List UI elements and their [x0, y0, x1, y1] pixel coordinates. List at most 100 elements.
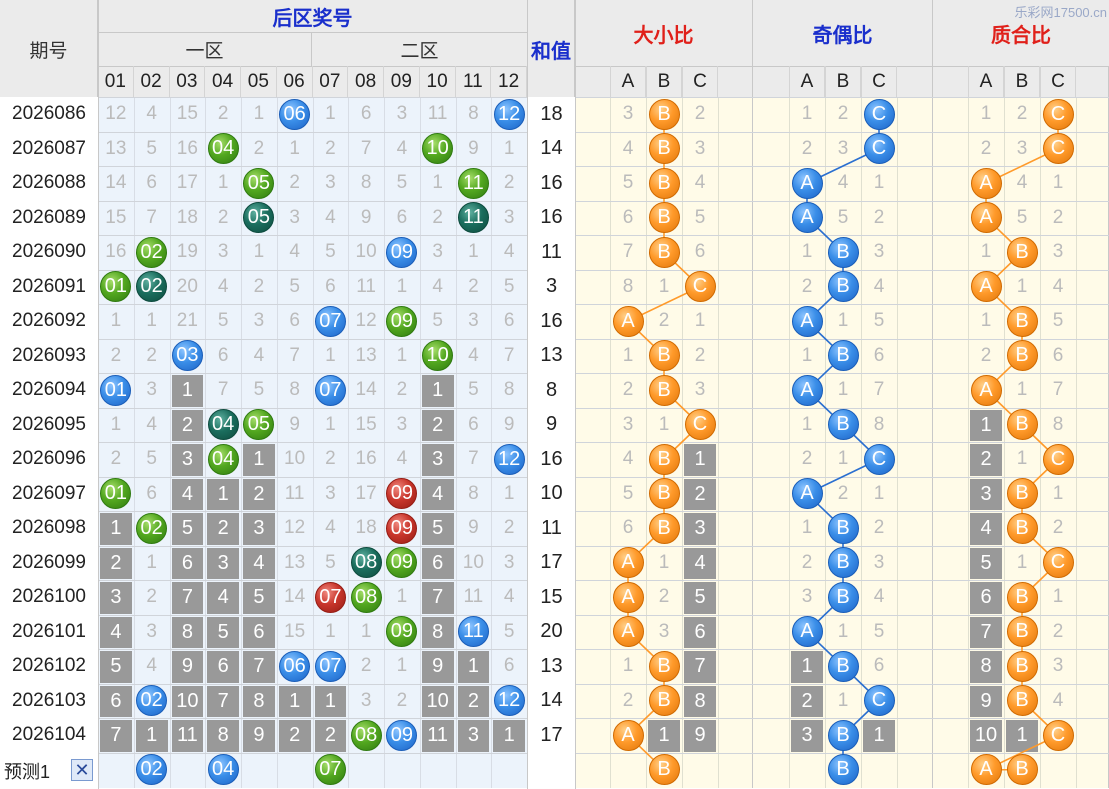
number-01-omission: 2 [100, 547, 132, 579]
oe-A-ball: A [791, 202, 823, 234]
sum-header: 和值 [527, 0, 575, 98]
number-03-omission: 3 [171, 444, 204, 476]
number-01-ball: 01 [100, 374, 132, 406]
size-C-omission: 2 [684, 478, 716, 510]
pr-C-ball: C [1042, 719, 1074, 751]
size-B-ball: B [648, 236, 680, 268]
pr-C-miss: 1 [1052, 172, 1064, 194]
size-C-miss: 3 [694, 379, 706, 401]
pr-C-miss: 3 [1052, 241, 1064, 263]
pr-B-ball: B [1006, 409, 1038, 441]
number-09-miss: 6 [396, 206, 408, 228]
period-cell: 2026090 [0, 235, 98, 270]
trend-chart: 期号 后区奖号 一区 二区 和值 大小比 奇偶比 质合比 乐彩网17500.cn… [0, 0, 1109, 789]
size-B-ball: B [648, 374, 680, 406]
size-C-ball: C [684, 409, 716, 441]
number-08-miss: 18 [355, 517, 377, 539]
number-02-miss: 4 [146, 655, 157, 677]
oe-C-miss: 8 [873, 413, 885, 435]
number-04-miss: 3 [217, 241, 229, 263]
number-07-miss: 2 [325, 448, 336, 470]
number-02-ball: 02 [136, 236, 168, 268]
number-12-miss: 3 [503, 206, 515, 228]
number-04-omission: 8 [207, 720, 239, 752]
number-03-omission: 11 [171, 720, 204, 752]
oe-A-miss: 1 [801, 344, 813, 366]
oe-A-miss: 3 [801, 586, 813, 608]
pr-B-miss: 1 [1016, 379, 1028, 401]
number-09-ball: 09 [386, 478, 418, 510]
number-05-miss: 2 [253, 275, 265, 297]
number-header-05: 05 [241, 66, 277, 98]
number-12-miss: 4 [503, 586, 515, 608]
number-12-ball: 12 [493, 443, 525, 475]
close-icon[interactable]: ✕ [71, 759, 93, 781]
number-09-ball: 09 [386, 719, 418, 751]
oe-B-ball: B [827, 581, 859, 613]
size-B-ball: B [648, 650, 680, 682]
number-02-miss: 6 [146, 172, 157, 194]
pr-A-omission: 1 [970, 409, 1002, 441]
pr-A-miss: 2 [980, 344, 992, 366]
number-01-miss: 1 [110, 413, 122, 435]
predict-pr-B-ball: B [1006, 754, 1038, 786]
number-05-omission: 2 [243, 478, 275, 510]
pr-C-miss: 3 [1052, 655, 1064, 677]
number-06-ball: 06 [279, 98, 311, 130]
oe-B-miss: 2 [837, 482, 849, 504]
size-B-ball: B [648, 202, 680, 234]
number-04-miss: 2 [217, 206, 229, 228]
oe-B-miss: 1 [837, 620, 849, 642]
size-C-omission: 8 [684, 685, 716, 717]
number-07-miss: 1 [325, 103, 336, 125]
sum-cell: 8 [528, 373, 575, 408]
number-04-ball: 04 [207, 133, 239, 165]
sum-cell: 14 [528, 683, 575, 718]
pr-C-ball: C [1042, 98, 1074, 130]
number-04-omission: 2 [207, 513, 239, 545]
number-header-03: 03 [170, 66, 206, 98]
number-03-omission: 8 [171, 616, 204, 648]
number-05-omission: 4 [243, 547, 275, 579]
number-10-omission: 9 [421, 651, 454, 683]
oe-A-ball: A [791, 616, 823, 648]
number-header-02: 02 [134, 66, 170, 98]
number-01-miss: 12 [105, 103, 127, 125]
pr-C-miss: 2 [1052, 206, 1064, 228]
pr-A-ball: A [970, 202, 1002, 234]
number-09-ball: 09 [386, 547, 418, 579]
size-A-miss: 3 [622, 413, 634, 435]
oe-A-miss: 1 [801, 413, 813, 435]
pr-C-ball: C [1042, 547, 1074, 579]
pr-B-miss: 2 [1016, 103, 1028, 125]
oe-B-ball: B [827, 409, 859, 441]
oe-C-omission: 1 [863, 720, 895, 752]
number-07-ball: 07 [314, 581, 346, 613]
number-06-ball: 06 [279, 650, 311, 682]
size-B-miss: 2 [658, 310, 670, 332]
number-09-miss: 1 [396, 344, 408, 366]
number-05-omission: 5 [243, 582, 275, 614]
number-04-miss: 2 [217, 103, 229, 125]
number-02-ball: 02 [136, 685, 168, 717]
oe-A-miss: 1 [801, 517, 813, 539]
number-12-miss: 2 [503, 517, 515, 539]
number-02-ball: 02 [136, 271, 168, 303]
number-07-miss: 1 [325, 413, 336, 435]
number-08-miss: 1 [360, 620, 372, 642]
number-02-miss: 3 [146, 379, 157, 401]
pr-C-ball: C [1042, 443, 1074, 475]
number-06-miss: 12 [284, 517, 306, 539]
size-B-ball: B [648, 512, 680, 544]
number-10-omission: 4 [421, 478, 454, 510]
number-03-miss: 18 [176, 206, 198, 228]
oe-C-ball: C [863, 685, 895, 717]
number-05-ball: 05 [243, 167, 275, 199]
number-header-04: 04 [205, 66, 241, 98]
number-02-miss: 2 [146, 586, 157, 608]
oe-A-ball: A [791, 167, 823, 199]
oe-A-ball: A [791, 305, 823, 337]
number-03-omission: 9 [171, 651, 204, 683]
size-C-omission: 3 [684, 513, 716, 545]
number-03-miss: 15 [176, 103, 198, 125]
